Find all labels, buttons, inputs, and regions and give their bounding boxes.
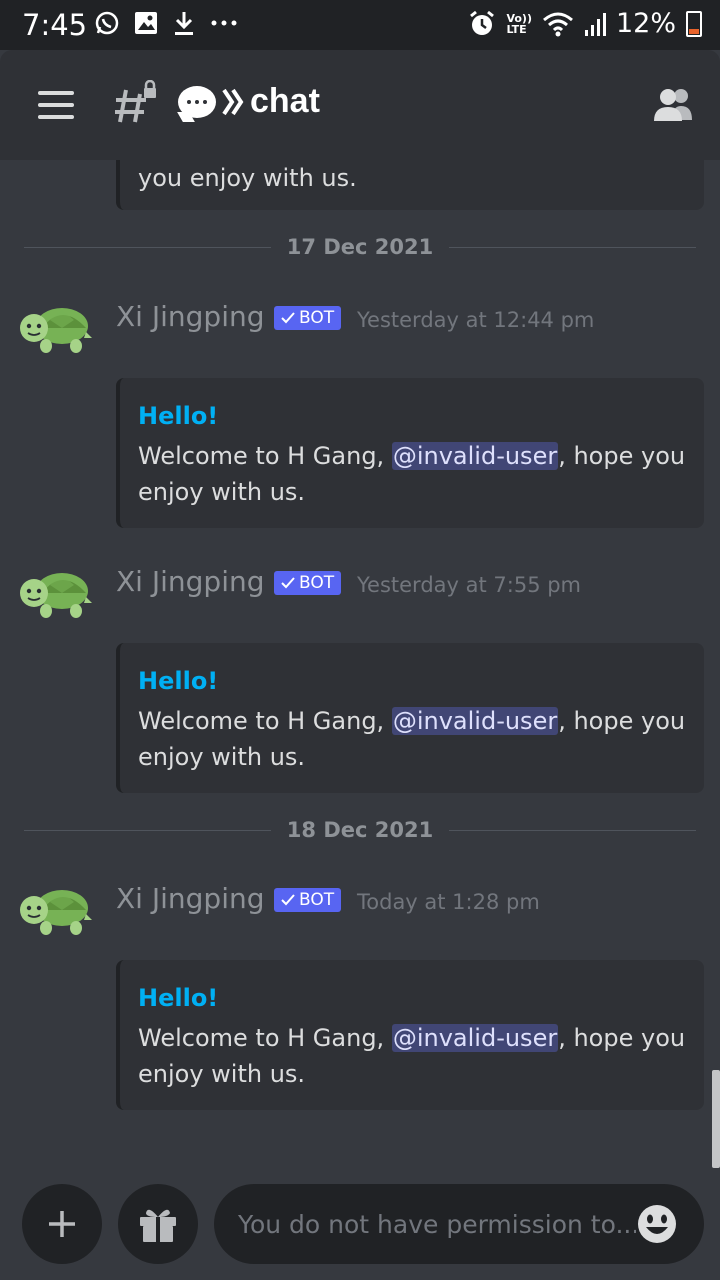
message-embed: you enjoy with us. [116,160,704,210]
gift-button[interactable] [118,1184,198,1264]
chat-bubble-icon [178,85,216,118]
gallery-icon [135,12,157,34]
user-mention[interactable]: @invalid-user [391,1024,559,1052]
message-header: Xi Jingping BOT Yesterday at 12:44 pm [0,298,720,378]
status-time: 7:45 [22,8,88,42]
plus-icon [49,1211,75,1237]
bot-tag: BOT [274,888,342,912]
checkmark-icon [281,894,295,906]
embed-text: Welcome to H Gang, @invalid-user, hope y… [138,1024,686,1088]
embed-text: you enjoy with us. [138,164,357,192]
channel-header: chat [0,50,720,160]
date-divider: 18 Dec 2021 [24,815,697,845]
turtle-avatar[interactable] [14,880,94,940]
bot-tag: BOT [274,306,342,330]
signal-icon [584,12,606,36]
double-chevron-icon [222,88,244,115]
date-divider: 17 Dec 2021 [24,232,697,262]
message-header: Xi Jingping BOT Today at 1:28 pm [0,880,720,960]
volte-label: Vo)) LTE [506,11,532,36]
author-name[interactable]: Xi Jingping [116,565,265,598]
embed-text: Welcome to H Gang, @invalid-user, hope y… [138,442,686,506]
message-embed: Hello! Welcome to H Gang, @invalid-user,… [116,960,704,1110]
message-header: Xi Jingping BOT Yesterday at 7:55 pm [0,563,720,643]
download-icon [175,12,193,35]
gift-icon [140,1209,176,1242]
turtle-avatar[interactable] [14,298,94,358]
author-name[interactable]: Xi Jingping [116,300,265,333]
hash-lock-icon [115,80,156,123]
hamburger-menu-icon[interactable] [38,91,74,119]
more-dots-icon [211,20,237,26]
scrollbar-thumb[interactable] [712,1070,720,1168]
emoji-icon[interactable] [636,1203,678,1245]
channel-name: chat [250,82,320,120]
message-input-wrapper[interactable] [214,1184,704,1264]
message-timestamp: Today at 1:28 pm [357,890,540,914]
members-icon[interactable] [652,86,694,122]
wifi-icon [543,12,573,36]
embed-title: Hello! [138,984,219,1012]
whatsapp-icon [95,11,119,35]
message-embed: Hello! Welcome to H Gang, @invalid-user,… [116,378,704,528]
battery-icon [686,10,702,37]
user-mention[interactable]: @invalid-user [391,707,559,735]
battery-percent: 12% [615,8,676,39]
channel-title[interactable]: chat [178,82,320,121]
embed-text: Welcome to H Gang, @invalid-user, hope y… [138,707,686,771]
message-embed: Hello! Welcome to H Gang, @invalid-user,… [116,643,704,793]
embed-title: Hello! [138,667,219,695]
bot-tag: BOT [274,571,342,595]
add-attachment-button[interactable] [22,1184,102,1264]
embed-title: Hello! [138,402,219,430]
turtle-avatar[interactable] [14,563,94,623]
alarm-icon [470,10,495,35]
user-mention[interactable]: @invalid-user [391,442,559,470]
author-name[interactable]: Xi Jingping [116,882,265,915]
message-timestamp: Yesterday at 12:44 pm [357,308,595,332]
message-input[interactable] [238,1209,636,1239]
status-bar: 7:45 Vo)) LTE 12% [0,0,720,50]
checkmark-icon [281,577,295,589]
composer-bar [0,1170,720,1280]
divider-date: 18 Dec 2021 [286,818,434,842]
message-list[interactable]: you enjoy with us. 17 Dec 2021 Xi Jingpi… [0,160,720,1170]
checkmark-icon [281,312,295,324]
message-timestamp: Yesterday at 7:55 pm [357,573,582,597]
divider-date: 17 Dec 2021 [286,235,434,259]
